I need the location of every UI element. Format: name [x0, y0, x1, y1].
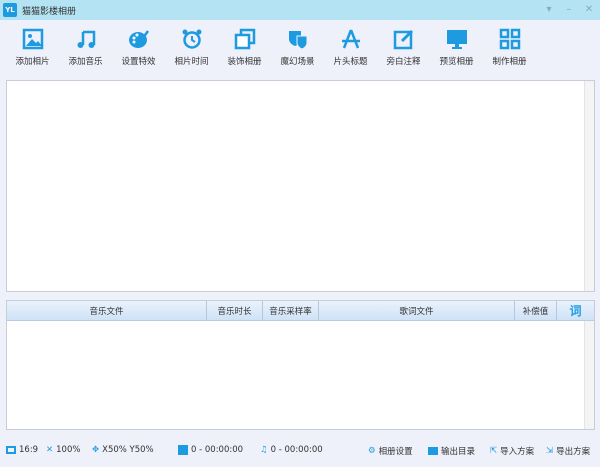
edit-icon [393, 29, 413, 50]
set-effects-button[interactable]: 设置特效 [112, 20, 165, 75]
opening-title-button[interactable]: 片头标题 [324, 20, 377, 75]
appstore-icon [341, 29, 360, 49]
decorate-album-button[interactable]: 装饰相册 [218, 20, 271, 75]
monitor-icon [6, 446, 16, 454]
narration-button[interactable]: 旁白注释 [377, 20, 430, 75]
music-icon: ♫ [260, 445, 268, 455]
preview-album-button[interactable]: 预览相册 [430, 20, 483, 75]
col-lyrics-file[interactable]: 歌词文件 [319, 301, 515, 320]
import-button[interactable]: ⇱ 导入方案 [490, 445, 534, 457]
frames-icon [234, 28, 255, 50]
aspect-ratio[interactable]: 16:9 [6, 445, 38, 455]
import-icon: ⇱ [490, 446, 498, 456]
move-icon: ✥ [92, 445, 100, 455]
lyrics-icon[interactable]: 词 [557, 301, 594, 320]
photo-time-button[interactable]: 相片时间 [165, 20, 218, 75]
album-settings-button[interactable]: ⚙ 相册设置 [368, 445, 413, 457]
photo-list-panel[interactable] [6, 80, 595, 292]
add-music-button[interactable]: 添加音乐 [59, 20, 112, 75]
col-sample-rate[interactable]: 音乐采样率 [263, 301, 319, 320]
photo-count: 0 - 00:00:00 [178, 445, 243, 455]
palette-icon [128, 30, 149, 48]
export-button[interactable]: ⇲ 导出方案 [546, 445, 590, 457]
make-album-button[interactable]: 制作相册 [483, 20, 536, 75]
output-dir-button[interactable]: 输出目录 [428, 445, 475, 457]
app-logo: YL [3, 3, 17, 17]
col-offset[interactable]: 补偿值 [515, 301, 557, 320]
table-header: 音乐文件 音乐时长 音乐采样率 歌词文件 补偿值 词 [7, 301, 594, 321]
music-icon [77, 30, 95, 48]
image-icon [178, 445, 188, 455]
table-scrollbar[interactable] [584, 321, 594, 429]
export-icon: ⇲ [546, 446, 554, 456]
gear-icon: ⚙ [368, 446, 376, 456]
grid-icon [499, 28, 520, 50]
position[interactable]: ✥ X50% Y50% [92, 445, 154, 455]
add-photo-button[interactable]: 添加相片 [6, 20, 59, 75]
minimize-button[interactable]: – [562, 3, 576, 16]
title-bar: YL 猫猫影楼相册 ▾ – ✕ [0, 0, 600, 20]
toolbar: 添加相片 添加音乐 设置特效 相片时间 装饰相册 魔幻场景 片头标题 旁白注释 … [0, 20, 600, 75]
alarm-clock-icon [182, 29, 201, 49]
close-button[interactable]: ✕ [582, 3, 596, 16]
music-count: ♫ 0 - 00:00:00 [260, 445, 323, 455]
col-music-duration[interactable]: 音乐时长 [207, 301, 263, 320]
status-bar: 16:9 ✕ 100% ✥ X50% Y50% 0 - 00:00:00 ♫ 0 - … [0, 440, 600, 462]
zoom-level[interactable]: ✕ 100% [46, 445, 80, 455]
music-table: 音乐文件 音乐时长 音乐采样率 歌词文件 补偿值 词 [6, 300, 595, 430]
magic-scene-button[interactable]: 魔幻场景 [271, 20, 324, 75]
window-title: 猫猫影楼相册 [22, 6, 77, 17]
resize-icon: ✕ [46, 445, 54, 455]
monitor-icon [446, 30, 467, 49]
image-icon [22, 28, 43, 50]
masks-icon [288, 31, 307, 50]
col-music-file[interactable]: 音乐文件 [7, 301, 207, 320]
menu-button[interactable]: ▾ [542, 3, 556, 16]
scrollbar[interactable] [584, 81, 594, 291]
folder-icon [428, 447, 438, 455]
